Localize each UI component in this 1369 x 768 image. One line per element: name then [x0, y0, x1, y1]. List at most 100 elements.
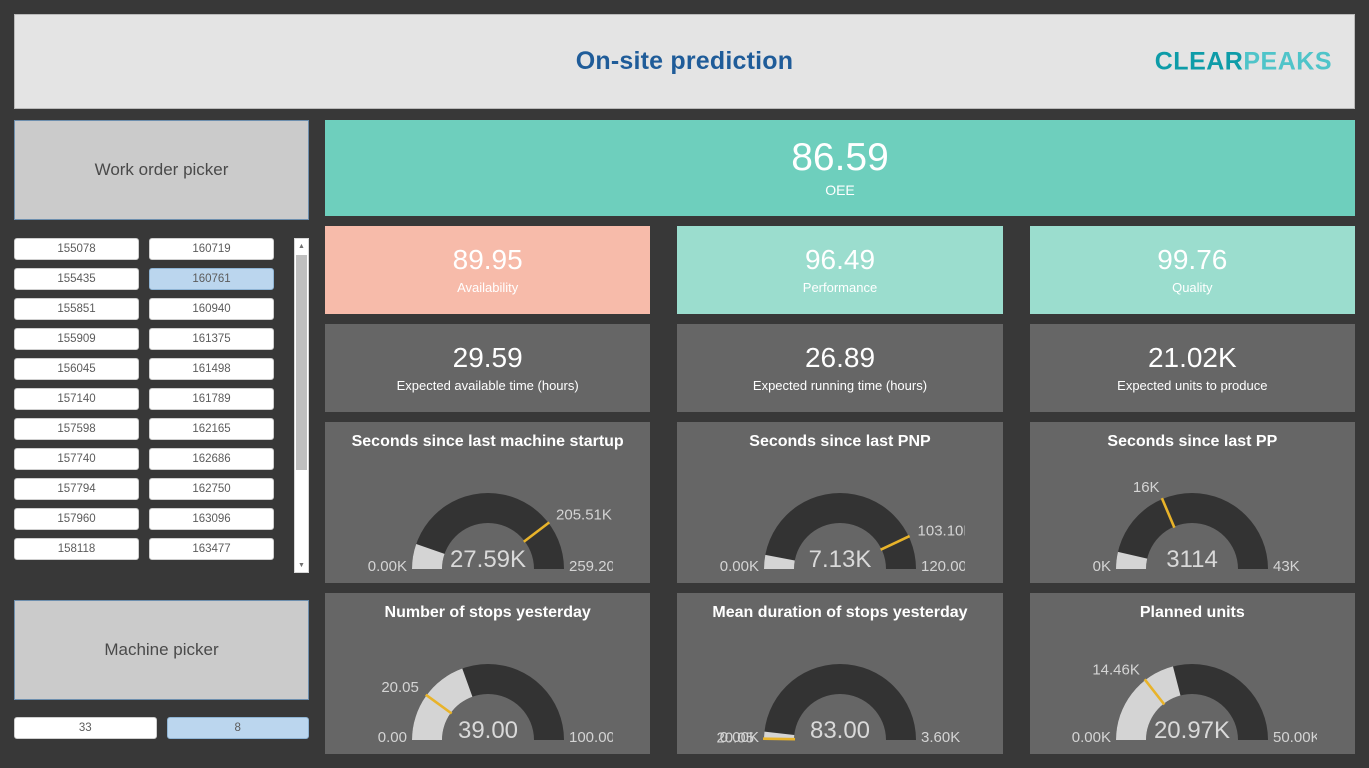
gauge-row-bottom: Number of stops yesterday 0.00 100.00 20.05… — [325, 593, 1355, 754]
gauge-target-label: 14.46K — [1093, 662, 1141, 679]
kpi-label: Availability — [457, 280, 518, 295]
machine-item[interactable]: 8 — [167, 717, 310, 739]
logo-clear-text: CLEAR — [1155, 47, 1244, 75]
gauge-min-label: 0.00K — [720, 558, 759, 575]
gauge-graphic: 0.00100.0020.0539.00 — [325, 632, 650, 752]
gauge-graphic: 0.00K 120.00K 103.10K 7.13K — [677, 461, 1002, 581]
work-order-scrollbar[interactable]: ▲ ▼ — [294, 238, 309, 573]
scrollbar-thumb[interactable] — [296, 255, 307, 470]
work-order-item[interactable]: 155909 — [14, 328, 139, 350]
dashboard-root: On-site prediction CLEARPEAKS Work order… — [0, 0, 1369, 768]
work-order-item[interactable]: 162686 — [149, 448, 274, 470]
machine-picker-label: Machine picker — [104, 640, 218, 660]
gauge-title: Seconds since last machine startup — [325, 432, 650, 452]
gauge-min-label: 0.00 — [377, 729, 406, 746]
chevron-up-icon[interactable]: ▲ — [295, 239, 308, 253]
kpi-label: Expected available time (hours) — [397, 378, 579, 393]
kpi-value: 99.76 — [1157, 245, 1227, 276]
kpi-card-expected-units-to-produce[interactable]: 21.02KExpected units to produce — [1030, 324, 1355, 412]
work-order-picker-header[interactable]: Work order picker — [14, 120, 309, 220]
kpi-label-oee: OEE — [825, 182, 855, 198]
gauge-target-label: 103.10K — [918, 522, 965, 539]
work-order-slicer: 155078 155435 155851 155909 156045 157140 1575… — [14, 238, 309, 578]
work-order-item[interactable]: 157140 — [14, 388, 139, 410]
gauge-min-label: 0K — [1093, 558, 1111, 575]
gauge-card-3[interactable]: Number of stops yesterday 0.00 100.00 20.05… — [325, 593, 650, 754]
kpi-card-quality[interactable]: 99.76 Quality — [1030, 226, 1355, 314]
work-order-item[interactable]: 163096 — [149, 508, 274, 530]
kpi-value: 29.59 — [453, 343, 523, 374]
work-order-item[interactable]: 160761 — [149, 268, 274, 290]
work-order-item[interactable]: 163477 — [149, 538, 274, 560]
kpi-label: Expected units to produce — [1117, 378, 1267, 393]
gauge-card-1[interactable]: Seconds since last PNP 0.00K 120.00K 103.10… — [677, 422, 1002, 583]
machine-item[interactable]: 33 — [14, 717, 157, 739]
gauge-graphic: 0.00K3.60K20.0583.00 — [677, 632, 1002, 752]
gauge-max-label: 259.20K — [569, 558, 613, 575]
gauge-value-label: 20.97K — [1154, 717, 1230, 744]
kpi-card-expected-running-time-hours[interactable]: 26.89 Expected running time (hours) — [677, 324, 1002, 412]
gauge-title: Seconds since last PNP — [677, 432, 1002, 452]
kpi-value: 89.95 — [453, 245, 523, 276]
main-content: 86.59 OEE 89.95 Availability 96.49 Performa… — [325, 120, 1355, 754]
gauge-graphic: 0K43K16K3114 — [1030, 461, 1355, 581]
work-order-item[interactable]: 161789 — [149, 388, 274, 410]
gauge-graphic: 0.00K50.00K14.46K20.97K — [1030, 632, 1355, 752]
gauge-max-label: 50.00K — [1273, 729, 1317, 746]
kpi-value-oee: 86.59 — [791, 138, 889, 179]
work-order-item[interactable]: 161375 — [149, 328, 274, 350]
work-order-item[interactable]: 160719 — [149, 238, 274, 260]
work-order-item[interactable]: 155078 — [14, 238, 139, 260]
gauge-target-needle — [763, 739, 795, 740]
work-order-item[interactable]: 161498 — [149, 358, 274, 380]
chevron-down-icon[interactable]: ▼ — [295, 558, 308, 572]
page-title: On-site prediction — [576, 47, 794, 76]
gauge-max-label: 100.00 — [569, 729, 613, 746]
gauge-target-label: 20.05 — [381, 679, 419, 696]
work-order-item[interactable]: 162165 — [149, 418, 274, 440]
dashboard-header: On-site prediction CLEARPEAKS — [14, 14, 1355, 109]
work-order-item[interactable]: 157740 — [14, 448, 139, 470]
work-order-item[interactable]: 157960 — [14, 508, 139, 530]
machine-slicer: 33 8 — [14, 717, 309, 739]
gauge-target-label: 20.05 — [716, 729, 754, 746]
gauge-max-label: 120.00K — [921, 558, 965, 575]
gauge-card-4[interactable]: Mean duration of stops yesterday 0.00K3.6… — [677, 593, 1002, 754]
gauge-title: Seconds since last PP — [1030, 432, 1355, 452]
gauge-card-0[interactable]: Seconds since last machine startup 0.00K 2… — [325, 422, 650, 583]
work-order-item[interactable]: 156045 — [14, 358, 139, 380]
kpi-card-performance[interactable]: 96.49 Performance — [677, 226, 1002, 314]
gauge-value-label: 7.13K — [809, 546, 872, 573]
work-order-item[interactable]: 158118 — [14, 538, 139, 560]
kpi-card-oee[interactable]: 86.59 OEE — [325, 120, 1355, 216]
work-order-item[interactable]: 157794 — [14, 478, 139, 500]
work-order-item[interactable]: 160940 — [149, 298, 274, 320]
gauge-max-label: 43K — [1273, 558, 1300, 575]
kpi-label: Quality — [1172, 280, 1212, 295]
kpi-label: Expected running time (hours) — [753, 378, 927, 393]
work-order-columns: 155078 155435 155851 155909 156045 157140 1575… — [14, 238, 287, 578]
kpi-value: 26.89 — [805, 343, 875, 374]
work-order-item[interactable]: 157598 — [14, 418, 139, 440]
kpi-value: 96.49 — [805, 245, 875, 276]
work-order-item[interactable]: 155851 — [14, 298, 139, 320]
logo-peaks-text: PEAKS — [1243, 47, 1332, 75]
gauge-card-5[interactable]: Planned units0.00K50.00K14.46K20.97K — [1030, 593, 1355, 754]
gauge-card-2[interactable]: Seconds since last PP0K43K16K3114 — [1030, 422, 1355, 583]
kpi-label: Performance — [803, 280, 877, 295]
gauge-min-label: 0.00K — [367, 558, 406, 575]
work-order-item[interactable]: 162750 — [149, 478, 274, 500]
gauge-row-top: Seconds since last machine startup 0.00K 2… — [325, 422, 1355, 583]
kpi-card-expected-available-time-hours[interactable]: 29.59 Expected available time (hours) — [325, 324, 650, 412]
work-order-picker-label: Work order picker — [95, 160, 229, 180]
work-order-column-1: 155078 155435 155851 155909 156045 157140 1575… — [14, 238, 139, 578]
kpi-card-availability[interactable]: 89.95 Availability — [325, 226, 650, 314]
machine-picker-section: Machine picker 33 8 — [14, 600, 309, 739]
gauge-title: Number of stops yesterday — [325, 603, 650, 623]
gauge-title: Mean duration of stops yesterday — [677, 603, 1002, 623]
work-order-column-2: 160719 160761 160940 161375 161498 161789 1621… — [149, 238, 274, 578]
work-order-item[interactable]: 155435 — [14, 268, 139, 290]
machine-picker-header[interactable]: Machine picker — [14, 600, 309, 700]
gauge-title: Planned units — [1030, 603, 1355, 623]
gauge-value-label: 3114 — [1167, 546, 1219, 573]
